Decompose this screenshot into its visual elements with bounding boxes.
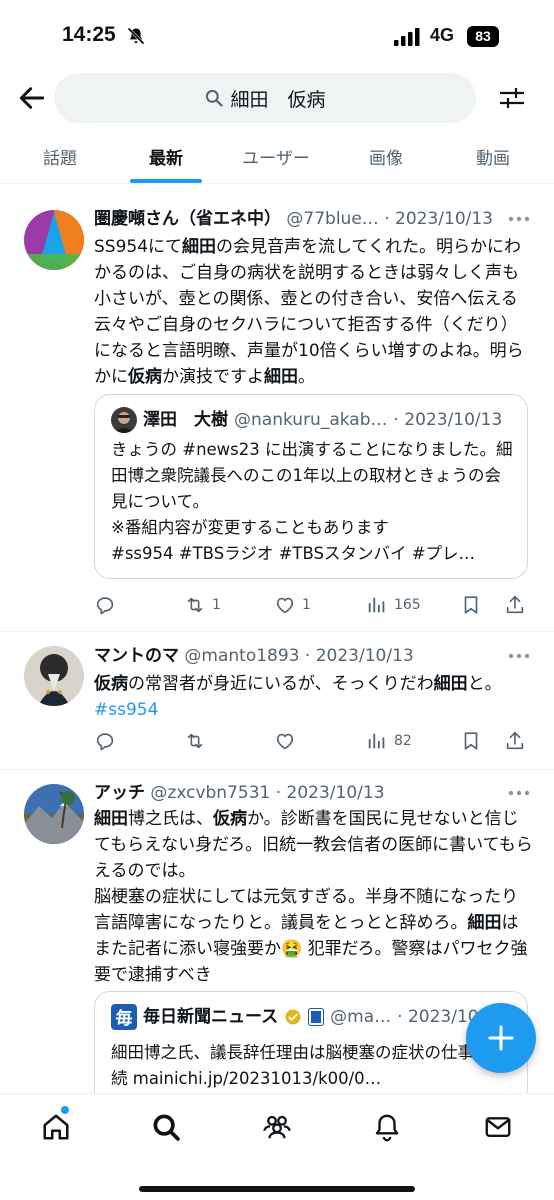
- quote-header: 澤田 大樹 @nankuru_akab… · 2023/10/13: [111, 407, 519, 433]
- tab-latest[interactable]: 最新: [149, 144, 183, 169]
- retweet-button[interactable]: 1: [184, 592, 221, 618]
- tweet-actions: 82: [94, 728, 534, 754]
- bottom-navigation: [0, 1093, 554, 1200]
- search-input[interactable]: 細田 仮病: [54, 73, 476, 123]
- quote-avatar: 毎: [111, 1004, 137, 1030]
- share-icon: [506, 595, 524, 614]
- svg-text:毎: 毎: [116, 1008, 133, 1029]
- tweet-header: 圏慶噸さん（省エネ中） @77blue… · 2023/10/13: [94, 208, 504, 230]
- tweet-header: マントのマ @manto1893 · 2023/10/13: [94, 645, 504, 667]
- affiliate-badge-icon: [308, 1008, 325, 1026]
- tweet-text: SS954にて細田の会見音声を流してくれた。明らかにわかるのは、ご自身の病状を説…: [94, 237, 524, 387]
- handle[interactable]: @77blue…: [286, 209, 378, 229]
- bookmark-button[interactable]: [460, 728, 482, 754]
- views-icon: [368, 733, 385, 749]
- tweet-text: 仮病の常習者が身近にいるが、そっくりだわ細田と。 #ss954: [94, 674, 502, 720]
- views-count: 165: [394, 597, 421, 613]
- like-count: 1: [302, 597, 311, 613]
- avatar[interactable]: [24, 210, 84, 270]
- views-button[interactable]: 165: [366, 592, 421, 618]
- retweet-icon: [187, 733, 203, 749]
- timestamp[interactable]: · 2023/10/13: [276, 783, 385, 803]
- avatar[interactable]: [24, 784, 84, 844]
- like-icon: [276, 733, 294, 750]
- display-name[interactable]: 圏慶噸さん（省エネ中）: [94, 209, 281, 229]
- quote-text: きょうの #news23 に出演することになりました。細田博之衆院議長へのこの1…: [111, 440, 513, 563]
- quoted-tweet[interactable]: 澤田 大樹 @nankuru_akab… · 2023/10/13 きょうの #…: [94, 394, 528, 579]
- quote-display-name: 澤田 大樹: [143, 410, 228, 430]
- bell-muted-icon: [127, 27, 145, 45]
- verified-icon: [285, 1009, 301, 1025]
- quote-text: 細田博之氏、議長辞任理由は脳梗塞の症状の仕事は継続 mainichi.jp/20…: [111, 1043, 507, 1088]
- home-unread-dot: [61, 1106, 69, 1114]
- reply-button[interactable]: [94, 592, 122, 618]
- emoji-nauseated: 🤮: [281, 939, 303, 959]
- quote-avatar: [111, 407, 137, 433]
- quote-header: 毎 毎日新聞ニュース @ma… · 2023/10/1: [111, 1004, 519, 1030]
- display-name[interactable]: アッチ: [94, 783, 145, 803]
- reply-icon: [96, 597, 114, 615]
- communities-icon[interactable]: [262, 1112, 292, 1142]
- quote-timestamp: · 2023/10/13: [393, 410, 503, 430]
- like-button[interactable]: 1: [274, 592, 311, 618]
- reply-icon: [96, 733, 114, 751]
- status-time: 14:25: [62, 23, 116, 46]
- avatar[interactable]: [24, 646, 84, 706]
- search-query: 細田 仮病: [230, 88, 326, 111]
- timestamp[interactable]: · 2023/10/13: [384, 209, 493, 229]
- views-count: 82: [394, 733, 412, 749]
- tweet[interactable]: 圏慶噸さん（省エネ中） @77blue… · 2023/10/13 SS954に…: [0, 196, 554, 632]
- tweet[interactable]: マントのマ @manto1893 · 2023/10/13 仮病の常習者が身近に…: [0, 632, 554, 770]
- views-icon: [368, 597, 385, 613]
- like-icon: [276, 597, 294, 614]
- compose-button[interactable]: [466, 1003, 536, 1073]
- tab-trending[interactable]: 話題: [43, 144, 77, 169]
- bookmark-icon: [464, 732, 478, 750]
- handle[interactable]: @manto1893: [184, 646, 299, 666]
- more-icon[interactable]: [508, 653, 530, 659]
- signal-icon: [394, 28, 420, 46]
- reply-button[interactable]: [94, 728, 122, 754]
- search-tabs: 話題 最新 ユーザー 画像 動画: [0, 132, 554, 184]
- tab-videos[interactable]: 動画: [476, 144, 510, 169]
- tweet-text: 細田博之氏は、仮病か。診断書を国民に見せないと信じてもらえない身だろ。旧統一教会…: [94, 809, 533, 985]
- quote-handle: @ma…: [330, 1007, 392, 1027]
- retweet-icon: [187, 597, 203, 613]
- compose-plus-icon: [488, 1025, 514, 1051]
- tweet-header: アッチ @zxcvbn7531 · 2023/10/13: [94, 782, 504, 804]
- tweet-actions: 1 1 165: [94, 592, 534, 618]
- like-button[interactable]: [274, 728, 302, 754]
- messages-icon[interactable]: [483, 1112, 513, 1142]
- network-type: 4G: [430, 25, 455, 45]
- share-button[interactable]: [504, 592, 526, 618]
- home-icon[interactable]: [41, 1112, 71, 1142]
- bookmark-icon: [464, 596, 478, 614]
- more-icon[interactable]: [508, 790, 530, 796]
- filter-icon[interactable]: [498, 84, 526, 112]
- views-button[interactable]: 82: [366, 728, 412, 754]
- share-icon: [506, 731, 524, 750]
- retweet-button[interactable]: [184, 728, 212, 754]
- status-bar: 14:25 4G 83: [0, 0, 554, 70]
- home-indicator: [139, 1186, 415, 1192]
- notifications-icon[interactable]: [372, 1112, 402, 1142]
- more-icon[interactable]: [508, 216, 530, 222]
- quote-display-name: 毎日新聞ニュース: [143, 1007, 279, 1027]
- display-name[interactable]: マントのマ: [94, 646, 179, 666]
- bookmark-button[interactable]: [460, 592, 482, 618]
- timestamp[interactable]: · 2023/10/13: [305, 646, 414, 666]
- handle[interactable]: @zxcvbn7531: [150, 783, 270, 803]
- quote-handle: @nankuru_akab…: [234, 410, 388, 430]
- back-arrow-icon[interactable]: [16, 82, 48, 114]
- tab-users[interactable]: ユーザー: [242, 144, 310, 169]
- tab-images[interactable]: 画像: [369, 144, 403, 169]
- battery-level: 83: [467, 26, 499, 47]
- active-tab-indicator: [130, 179, 202, 183]
- share-button[interactable]: [504, 728, 526, 754]
- explore-icon[interactable]: [151, 1112, 181, 1142]
- search-icon: [206, 89, 224, 107]
- hashtag-link[interactable]: #ss954: [94, 700, 158, 720]
- retweet-count: 1: [212, 597, 221, 613]
